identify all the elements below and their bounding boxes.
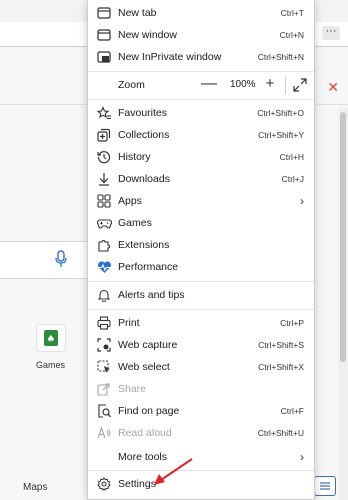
settings-and-more-menu: New tab Ctrl+T New window Ctrl+N New InP…	[87, 0, 315, 500]
menu-item-alerts-and-tips[interactable]: Alerts and tips	[88, 284, 314, 306]
performance-heartbeat-icon	[96, 259, 112, 275]
menu-item-performance[interactable]: Performance	[88, 256, 314, 278]
menu-divider	[88, 309, 314, 310]
menu-item-web-capture[interactable]: Web capture Ctrl+Shift+S	[88, 334, 314, 356]
menu-divider	[88, 99, 314, 100]
close-icon[interactable]: ✕	[327, 80, 339, 94]
menu-item-downloads[interactable]: Downloads Ctrl+J	[88, 168, 314, 190]
zoom-label: Zoom	[118, 79, 145, 91]
svg-text:♠: ♠	[47, 334, 56, 345]
menu-item-shortcut: Ctrl+P	[280, 318, 304, 328]
zoom-row: Zoom — 100% +	[88, 74, 314, 96]
menu-item-favourites[interactable]: Favourites Ctrl+Shift+O	[88, 102, 314, 124]
search-box[interactable]	[0, 241, 88, 279]
menu-item-share: Share	[88, 378, 314, 400]
menu-item-shortcut: Ctrl+T	[280, 8, 304, 18]
games-tile-label: Games	[36, 360, 66, 370]
zoom-out-button[interactable]: —	[201, 76, 217, 92]
menu-item-label: Alerts and tips	[118, 289, 185, 301]
bell-icon	[96, 287, 112, 303]
menu-item-label: Games	[118, 217, 152, 229]
menu-item-shortcut: Ctrl+Shift+O	[257, 108, 304, 118]
menu-item-new-window[interactable]: New window Ctrl+N	[88, 24, 314, 46]
printer-icon	[96, 315, 112, 331]
menu-item-read-aloud: Read aloud Ctrl+Shift+U	[88, 422, 314, 444]
inprivate-window-icon	[96, 49, 112, 65]
menu-item-games[interactable]: Games	[88, 212, 314, 234]
menu-item-label: Print	[118, 317, 140, 329]
menu-item-label: Downloads	[118, 173, 170, 185]
find-on-page-icon	[96, 403, 112, 419]
menu-item-shortcut: Ctrl+Shift+S	[258, 340, 304, 350]
download-icon	[96, 171, 112, 187]
favourites-star-icon	[96, 105, 112, 121]
menu-item-more-tools[interactable]: More tools ›	[88, 446, 314, 468]
menu-item-print[interactable]: Print Ctrl+P	[88, 312, 314, 334]
games-controller-icon	[96, 215, 112, 231]
zoom-divider	[285, 76, 286, 94]
menu-item-label: New tab	[118, 7, 157, 19]
menu-item-web-select[interactable]: Web select Ctrl+Shift+X	[88, 356, 314, 378]
menu-item-collections[interactable]: Collections Ctrl+Shift+Y	[88, 124, 314, 146]
menu-item-label: New InPrivate window	[118, 51, 222, 63]
menu-item-label: Find on page	[118, 405, 180, 417]
share-icon	[96, 381, 112, 397]
settings-and-more-button[interactable]: ···	[322, 26, 340, 40]
collections-icon	[96, 127, 112, 143]
menu-item-history[interactable]: History Ctrl+H	[88, 146, 314, 168]
menu-item-shortcut: Ctrl+H	[279, 152, 304, 162]
maps-label[interactable]: Maps	[23, 482, 47, 493]
menu-item-shortcut: Ctrl+Shift+N	[257, 52, 304, 62]
menu-item-label: Apps	[118, 195, 142, 207]
apps-grid-icon	[96, 193, 112, 209]
web-select-icon	[96, 359, 112, 375]
zoom-in-button[interactable]: +	[263, 76, 277, 92]
menu-item-extensions[interactable]: Extensions	[88, 234, 314, 256]
microphone-icon[interactable]	[54, 250, 68, 268]
menu-item-label: Web capture	[118, 339, 178, 351]
menu-divider	[88, 71, 314, 72]
extensions-puzzle-icon	[96, 237, 112, 253]
games-tile[interactable]: ♠	[36, 324, 66, 352]
menu-item-label: Performance	[118, 261, 179, 273]
gear-icon	[96, 476, 112, 492]
chevron-right-icon: ›	[300, 450, 304, 464]
full-screen-icon[interactable]	[293, 78, 307, 92]
menu-item-shortcut: Ctrl+Shift+Y	[258, 130, 304, 140]
menu-divider	[88, 281, 314, 282]
chevron-right-icon: ›	[300, 194, 304, 208]
menu-item-shortcut: Ctrl+J	[281, 174, 304, 184]
menu-item-label: Favourites	[118, 107, 168, 119]
menu-item-label: Collections	[118, 129, 170, 141]
menu-item-shortcut: Ctrl+N	[279, 30, 304, 40]
web-capture-icon	[96, 337, 112, 353]
menu-divider	[88, 470, 314, 471]
menu-item-label: Web select	[118, 361, 170, 373]
new-window-icon	[96, 27, 112, 43]
read-aloud-icon	[96, 425, 112, 441]
menu-item-shortcut: Ctrl+Shift+X	[258, 362, 304, 372]
menu-item-new-inprivate-window[interactable]: New InPrivate window Ctrl+Shift+N	[88, 46, 314, 68]
zoom-level: 100%	[230, 79, 256, 90]
menu-item-shortcut: Ctrl+Shift+U	[257, 428, 304, 438]
menu-item-label: History	[118, 151, 151, 163]
new-tab-icon	[96, 5, 112, 21]
menu-item-apps[interactable]: Apps ›	[88, 190, 314, 212]
scrollbar-thumb[interactable]	[340, 112, 346, 362]
menu-item-label: New window	[118, 29, 177, 41]
menu-item-label: Extensions	[118, 239, 170, 251]
menu-item-settings[interactable]: Settings	[88, 473, 314, 495]
history-clock-icon	[96, 149, 112, 165]
menu-item-label: Read aloud	[118, 427, 172, 439]
menu-item-find-on-page[interactable]: Find on page Ctrl+F	[88, 400, 314, 422]
feedback-icon[interactable]	[314, 476, 336, 496]
menu-item-shortcut: Ctrl+F	[280, 406, 304, 416]
menu-item-label: Share	[118, 383, 147, 395]
menu-item-new-tab[interactable]: New tab Ctrl+T	[88, 2, 314, 24]
menu-item-label: Settings	[118, 478, 156, 490]
annotation-arrow-icon	[152, 457, 198, 487]
